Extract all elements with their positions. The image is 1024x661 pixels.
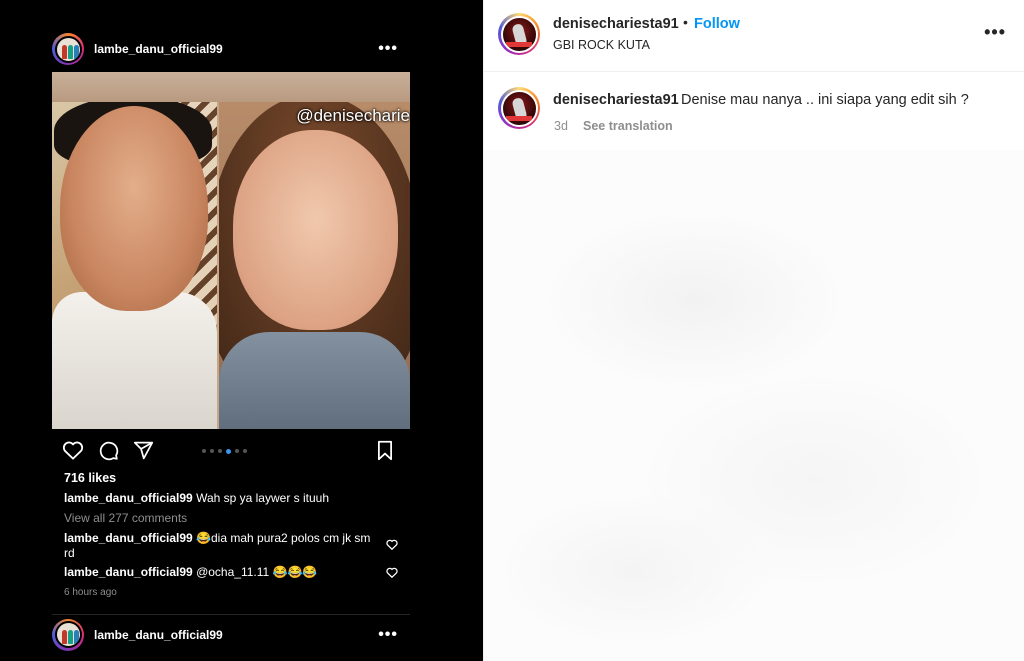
caption-username: lambe_danu_official99 [64,491,193,505]
carousel-dot [243,449,247,453]
embedded-timestamp: 6 hours ago [64,587,117,598]
embedded-comment: lambe_danu_official99 @ocha_11.11 😂😂😂 [64,565,317,580]
carousel-dot [218,449,222,453]
comment-text: @ocha_11.11 😂😂😂 [196,565,318,579]
comment-username: lambe_danu_official99 [64,565,193,579]
carousel-indicator [202,448,247,454]
comments-area-blurred [484,150,1024,661]
comment-author-username[interactable]: denisechariesta91 [553,92,679,108]
embedded-comment: lambe_danu_official99 😂dia mah pura2 pol… [64,531,374,561]
bookmark-icon [378,440,392,461]
heart-icon [62,441,84,460]
embedded-view-comments: View all 277 comments [64,511,188,525]
comment-text: Denise mau nanya .. ini siapa yang edit … [681,92,969,108]
caption-comment: denisechariesta91 Denise mau nanya .. in… [484,72,1024,152]
comment-like-icon [386,539,398,550]
photo-right-panel [219,102,410,429]
embedded-more-icon: ••• [378,40,398,57]
share-icon [133,441,154,460]
embedded-username: lambe_danu_official99 [94,42,223,56]
carousel-dot [235,449,239,453]
comment-username: lambe_danu_official99 [64,531,193,545]
embedded-photo: @denisecharie [52,72,410,429]
comment-time[interactable]: 3d [554,119,568,133]
comment-like-icon [386,567,398,578]
follow-button[interactable]: Follow [694,16,740,32]
caption-text: Wah sp ya laywer s ituuh [196,491,330,505]
carousel-dot [226,448,231,454]
embedded-username: lambe_danu_official99 [94,627,223,642]
next-embedded-post-header: lambe_danu_official99 ••• [52,614,410,654]
separator-dot: • [683,14,688,30]
embedded-post-screenshot: lambe_danu_official99 ••• @denisecharie [52,28,410,661]
photo-mention-sticker: @denisecharie [296,106,410,125]
post-header: denisechariesta91 • Follow GBI ROCK KUTA… [484,0,1024,72]
embedded-avatar [52,33,84,65]
author-avatar[interactable] [498,13,540,55]
embedded-like-count: 716 likes [64,471,117,485]
carousel-dot [202,449,206,453]
post-location[interactable]: GBI ROCK KUTA [553,38,650,52]
embedded-post-header: lambe_danu_official99 ••• [52,28,410,70]
more-options-icon[interactable]: ••• [984,22,1006,43]
comment-icon [99,441,119,461]
embedded-avatar [52,618,84,651]
photo-left-panel [52,102,217,429]
embedded-action-row [52,432,410,468]
post-media[interactable]: lambe_danu_official99 ••• @denisecharie [0,0,483,661]
carousel-dot [210,449,214,453]
author-username[interactable]: denisechariesta91 [553,16,679,32]
author-avatar[interactable] [498,87,540,129]
embedded-caption: lambe_danu_official99 Wah sp ya laywer s… [64,491,329,506]
see-translation-button[interactable]: See translation [583,119,673,133]
embedded-more-icon: ••• [378,625,398,643]
